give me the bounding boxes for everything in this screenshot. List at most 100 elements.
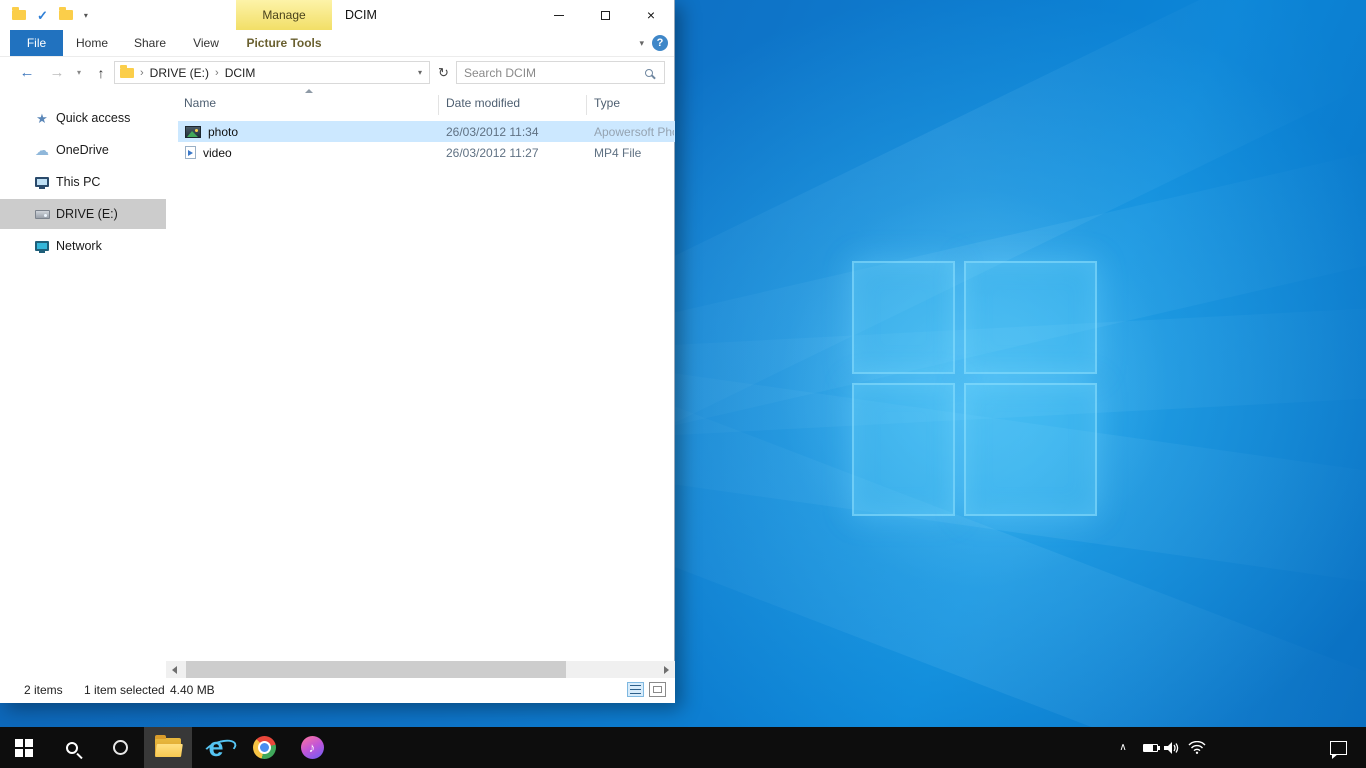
hidden-icons-chevron[interactable]: ∧ — [1110, 727, 1136, 768]
windows-logo-pane — [852, 261, 955, 374]
itunes-icon: ♪ — [301, 736, 324, 759]
sidebar-item-this-pc[interactable]: This PC — [0, 167, 166, 197]
breadcrumb-drive[interactable]: DRIVE (E:) — [150, 66, 209, 80]
back-button[interactable]: ← — [14, 57, 40, 88]
customize-dropdown-icon[interactable]: ▾ — [84, 11, 88, 20]
column-header-type[interactable]: Type — [594, 96, 620, 110]
tab-file[interactable]: File — [10, 30, 63, 56]
column-separator[interactable] — [438, 95, 439, 115]
large-icons-view-icon[interactable] — [649, 682, 666, 697]
title-bar[interactable]: ✓ ▾ Manage DCIM × — [0, 0, 674, 30]
refresh-icon[interactable]: ↻ — [433, 61, 454, 84]
details-view-icon[interactable] — [627, 682, 644, 697]
tab-picture-tools[interactable]: Picture Tools — [236, 30, 332, 56]
tab-home[interactable]: Home — [63, 30, 121, 56]
scroll-left-arrow[interactable] — [166, 661, 183, 678]
speaker-glyph — [1164, 741, 1180, 755]
photo-file-icon — [185, 126, 201, 138]
folder-icon[interactable] — [12, 10, 26, 20]
internet-explorer-icon: e — [208, 734, 223, 761]
sidebar-item-onedrive[interactable]: ☁ OneDrive — [0, 135, 166, 165]
properties-check-icon[interactable]: ✓ — [37, 9, 48, 22]
window-title: DCIM — [345, 0, 377, 30]
ribbon-collapse-chevron-icon[interactable]: ▾ — [639, 30, 644, 56]
up-button[interactable]: ↑ — [88, 57, 114, 88]
selection-status: 1 item selected — [84, 683, 165, 697]
tab-share[interactable]: Share — [121, 30, 179, 56]
breadcrumb-separator: › — [215, 67, 219, 79]
battery-icon[interactable] — [1138, 727, 1162, 768]
recent-locations-dropdown-icon[interactable]: ▾ — [72, 57, 86, 88]
search-input[interactable] — [457, 66, 645, 80]
item-count: 2 items — [24, 683, 63, 697]
windows-logo-pane — [852, 383, 955, 516]
column-separator[interactable] — [586, 95, 587, 115]
windows-logo-pane — [964, 383, 1097, 516]
sort-ascending-caret-icon — [305, 89, 313, 93]
sidebar-item-label: OneDrive — [56, 143, 109, 157]
minimize-button[interactable] — [536, 0, 582, 30]
scrollbar-thumb[interactable] — [186, 661, 566, 678]
taskbar-search-button[interactable] — [48, 727, 96, 768]
search-icon — [66, 742, 78, 754]
start-icon — [15, 739, 33, 757]
itunes-button[interactable]: ♪ — [288, 727, 336, 768]
windows-logo-pane — [964, 261, 1097, 374]
help-icon[interactable]: ? — [652, 35, 668, 51]
file-name: photo — [208, 125, 238, 139]
taskbar: e ♪ ∧ — [0, 727, 1366, 768]
maximize-icon — [601, 11, 610, 20]
start-button[interactable] — [0, 727, 48, 768]
action-center-icon — [1330, 741, 1347, 755]
close-button[interactable]: × — [628, 0, 674, 30]
internet-explorer-button[interactable]: e — [192, 727, 240, 768]
network-icon — [34, 241, 50, 251]
tab-view[interactable]: View — [179, 30, 233, 56]
quick-access-star-icon: ★ — [34, 112, 50, 125]
folder-icon — [120, 68, 134, 78]
volume-icon[interactable] — [1160, 727, 1184, 768]
file-type: Apowersoft Pho — [594, 125, 674, 139]
address-dropdown-icon[interactable]: ▾ — [418, 68, 422, 77]
action-center-button[interactable] — [1318, 727, 1358, 768]
wifi-icon[interactable] — [1184, 727, 1210, 768]
chrome-button[interactable] — [240, 727, 288, 768]
sidebar-item-network[interactable]: Network — [0, 231, 166, 261]
cortana-button[interactable] — [96, 727, 144, 768]
left-triangle-icon — [172, 666, 177, 674]
file-type: MP4 File — [594, 146, 641, 160]
contextual-tab-manage[interactable]: Manage — [236, 0, 332, 30]
chrome-icon — [253, 736, 276, 759]
sidebar-item-label: DRIVE (E:) — [56, 207, 118, 221]
new-folder-icon[interactable] — [59, 10, 73, 20]
right-triangle-icon — [664, 666, 669, 674]
sidebar-item-label: Network — [56, 239, 102, 253]
file-date-modified: 26/03/2012 11:27 — [446, 146, 539, 160]
desktop: ✓ ▾ Manage DCIM × File Home Share View P… — [0, 0, 1366, 768]
windows-logo — [852, 261, 1097, 516]
minimize-icon — [554, 15, 564, 16]
taskbar-file-explorer-button[interactable] — [144, 727, 192, 768]
maximize-button[interactable] — [582, 0, 628, 30]
onedrive-cloud-icon: ☁ — [34, 143, 50, 157]
column-header-date-modified[interactable]: Date modified — [446, 96, 520, 110]
file-explorer-window: ✓ ▾ Manage DCIM × File Home Share View P… — [0, 0, 675, 703]
file-name: video — [203, 146, 232, 160]
breadcrumb-folder[interactable]: DCIM — [225, 66, 256, 80]
search-icon[interactable] — [645, 69, 653, 77]
sidebar-item-quick-access[interactable]: ★ Quick access — [0, 103, 166, 133]
sidebar-item-drive-e[interactable]: DRIVE (E:) — [0, 199, 166, 229]
wifi-glyph — [1188, 741, 1206, 754]
scroll-right-arrow[interactable] — [658, 661, 675, 678]
forward-button[interactable]: → — [44, 57, 70, 88]
file-row-photo[interactable]: photo 26/03/2012 11:34 Apowersoft Pho — [178, 121, 675, 142]
file-row-video[interactable]: video 26/03/2012 11:27 MP4 File — [178, 142, 675, 163]
horizontal-scrollbar[interactable] — [166, 661, 675, 678]
navigation-pane: ★ Quick access ☁ OneDrive This PC DRIVE … — [0, 88, 166, 661]
selection-size: 4.40 MB — [170, 683, 215, 697]
video-file-icon — [185, 146, 196, 159]
navigation-bar: ← → ▾ ↑ › DRIVE (E:) › DCIM ▾ ↻ — [0, 57, 674, 88]
quick-access-toolbar: ✓ ▾ — [12, 0, 88, 30]
address-bar[interactable]: › DRIVE (E:) › DCIM ▾ — [114, 61, 430, 84]
column-header-name[interactable]: Name — [184, 96, 216, 110]
